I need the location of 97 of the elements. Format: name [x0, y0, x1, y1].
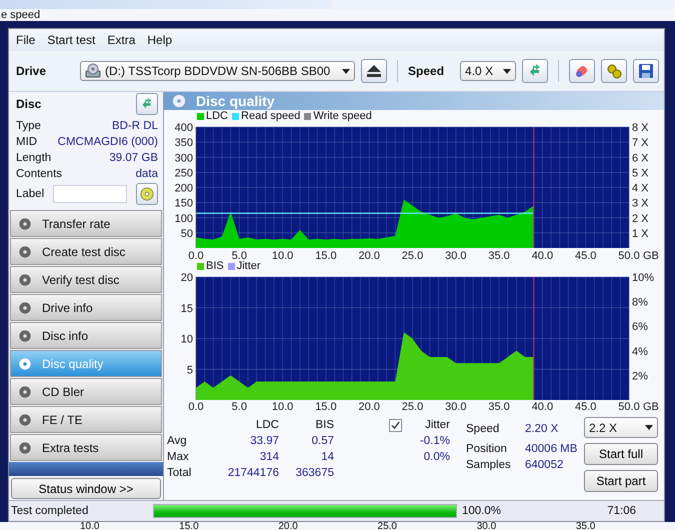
- label-caption: Label: [16, 188, 44, 200]
- axis-label: 6%: [632, 321, 648, 334]
- axis-label: 35.0: [488, 401, 510, 411]
- info-value: CMCMAGDI6 (000): [58, 136, 158, 148]
- column-header: BIS: [314, 419, 334, 431]
- stat-value: 14: [320, 451, 334, 463]
- axis-label: 0.0: [188, 401, 204, 411]
- axis-label: 0.0: [188, 250, 204, 260]
- info-label: Type: [16, 120, 41, 132]
- axis-label: 25.0: [402, 401, 424, 411]
- panel-title: Disc quality: [196, 93, 275, 109]
- caption-text: e speed: [1, 9, 40, 21]
- column-header: LDC: [254, 419, 279, 431]
- info-value: data: [136, 168, 158, 180]
- axis-label: 10%: [632, 272, 654, 284]
- axis-label: 45.0: [575, 401, 596, 411]
- info-label: Speed: [466, 423, 500, 435]
- axis-label: 8%: [632, 296, 648, 309]
- axis-label: 8 X: [632, 122, 649, 134]
- info-label: Position: [466, 443, 508, 455]
- axis-label: 50: [180, 228, 193, 240]
- stat-value: 363675: [294, 467, 334, 479]
- axis-label: 5.0: [232, 401, 247, 411]
- axis-unit: GB: [643, 250, 659, 260]
- column-header: Jitter: [424, 419, 450, 431]
- row-label: Total: [167, 467, 192, 479]
- axis-label: 150: [174, 198, 193, 210]
- axis-label: 10: [180, 334, 193, 346]
- axis-label: 2%: [632, 370, 648, 382]
- info-value: 40006 MB: [525, 443, 578, 455]
- axis-unit: GB: [643, 401, 659, 411]
- axis-label: 6 X: [632, 152, 649, 164]
- axis-label: 25.0: [378, 522, 398, 530]
- row-label: Avg: [167, 435, 188, 447]
- stat-value: 314: [258, 451, 279, 463]
- axis-label: 40.0: [532, 250, 554, 260]
- status-text: Test completed: [10, 505, 90, 517]
- axis-label: 30.0: [476, 522, 498, 530]
- axis-label: 45.0: [575, 250, 596, 260]
- axis-label: 10.0: [272, 250, 294, 260]
- progress-percent: 100.0%: [461, 505, 502, 517]
- row-label: Max: [167, 451, 190, 463]
- axis-label: 5: [186, 364, 193, 376]
- axis-label: 300: [174, 152, 193, 164]
- elapsed-time: 71:06: [606, 505, 637, 517]
- axis-label: 4%: [632, 346, 648, 358]
- axis-label: 15: [180, 302, 193, 315]
- info-value: BD-R DL: [112, 120, 158, 132]
- axis-label: 5 X: [632, 167, 649, 180]
- stat-value: 33.97: [249, 435, 279, 447]
- legend-label: LDC: [206, 110, 228, 123]
- axis-label: 20.0: [358, 401, 380, 411]
- axis-label: 400: [174, 122, 193, 134]
- legend-label: BIS: [206, 260, 224, 273]
- axis-label: 7 X: [632, 137, 649, 150]
- axis-label: 3 X: [632, 198, 649, 210]
- legend-label: Jitter: [236, 260, 261, 273]
- speed-label: Speed: [408, 64, 444, 78]
- axis-label: 20.0: [358, 250, 380, 260]
- legend-label: Read speed: [241, 110, 300, 123]
- axis-label: 20.0: [278, 522, 299, 530]
- axis-label: 2 X: [632, 212, 649, 225]
- axis-label: 1 X: [632, 228, 649, 240]
- axis-label: 250: [174, 167, 193, 180]
- axis-label: 15.0: [179, 522, 200, 530]
- axis-label: 25.0: [402, 250, 424, 260]
- axis-label: 10.0: [80, 522, 100, 530]
- axis-label: 30.0: [445, 401, 466, 411]
- axis-label: 5.0: [232, 250, 247, 260]
- stat-value: -0.1%: [418, 435, 450, 447]
- info-value: 2.20 X: [525, 423, 558, 435]
- stat-value: 21744176: [226, 467, 279, 479]
- axis-label: 40.0: [532, 401, 554, 411]
- axis-label: 15.0: [315, 401, 337, 411]
- info-value: 39.07 GB: [109, 152, 158, 164]
- axis-label: 15.0: [315, 250, 337, 260]
- axis-label: 100: [174, 212, 193, 225]
- axis-label: 350: [174, 137, 193, 150]
- info-label: MID: [16, 136, 38, 148]
- axis-label: 30.0: [445, 250, 466, 260]
- axis-label: 20: [180, 272, 193, 284]
- axis-label: 200: [174, 182, 193, 194]
- axis-label: 35.0: [488, 250, 510, 260]
- disc-heading: Disc: [16, 97, 42, 111]
- stat-value: 0.0%: [422, 451, 450, 463]
- drive-label: Drive: [16, 64, 46, 78]
- axis-label: 35.0: [576, 522, 596, 530]
- info-label: Samples: [466, 459, 512, 471]
- axis-label: 10.0: [272, 401, 294, 411]
- stat-value: 0.57: [310, 435, 334, 447]
- info-label: Length: [16, 152, 52, 164]
- info-label: Contents: [16, 168, 62, 180]
- info-value: 640052: [525, 459, 564, 471]
- axis-label: 4 X: [632, 182, 649, 194]
- axis-label: 50.0: [618, 401, 640, 411]
- axis-label: 50.0: [618, 250, 640, 260]
- legend-label: Write speed: [313, 110, 372, 123]
